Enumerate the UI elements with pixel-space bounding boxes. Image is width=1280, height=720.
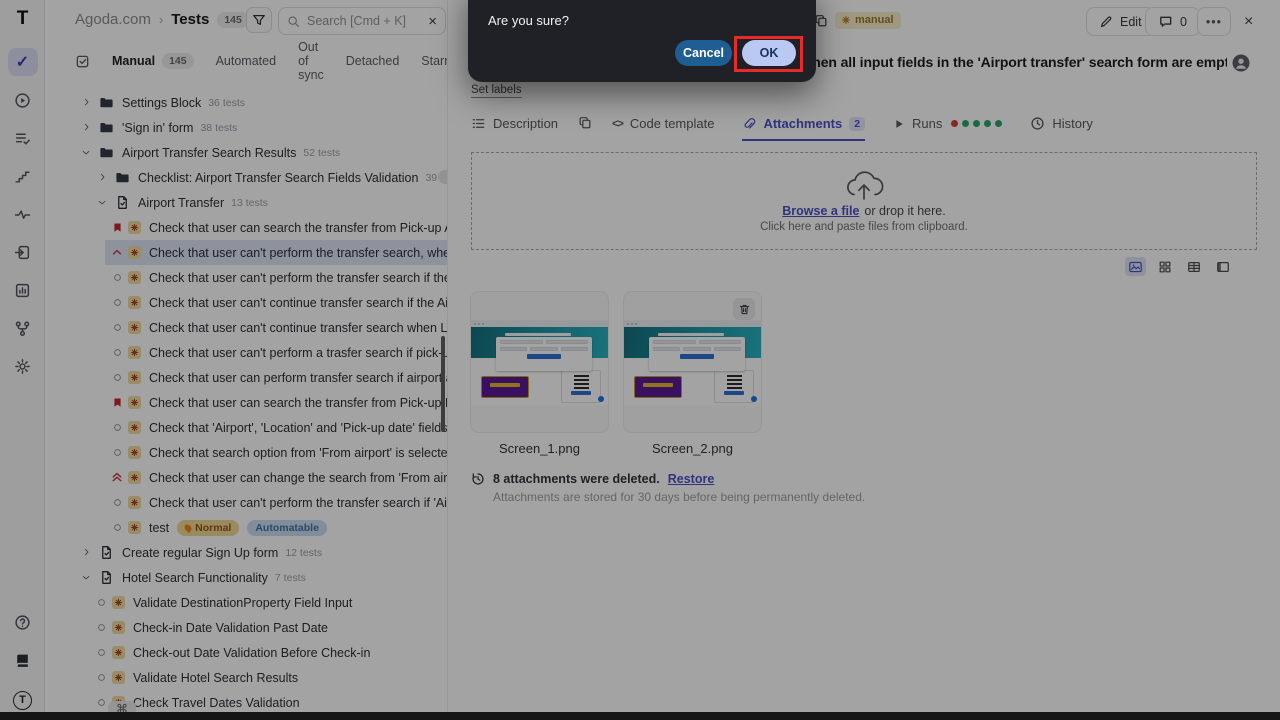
dialog-message: Are you sure? (488, 13, 569, 28)
cancel-button[interactable]: Cancel (675, 40, 732, 66)
annotation-highlight (734, 36, 803, 72)
modal-overlay (0, 0, 1280, 720)
bottom-bar (0, 712, 1280, 720)
